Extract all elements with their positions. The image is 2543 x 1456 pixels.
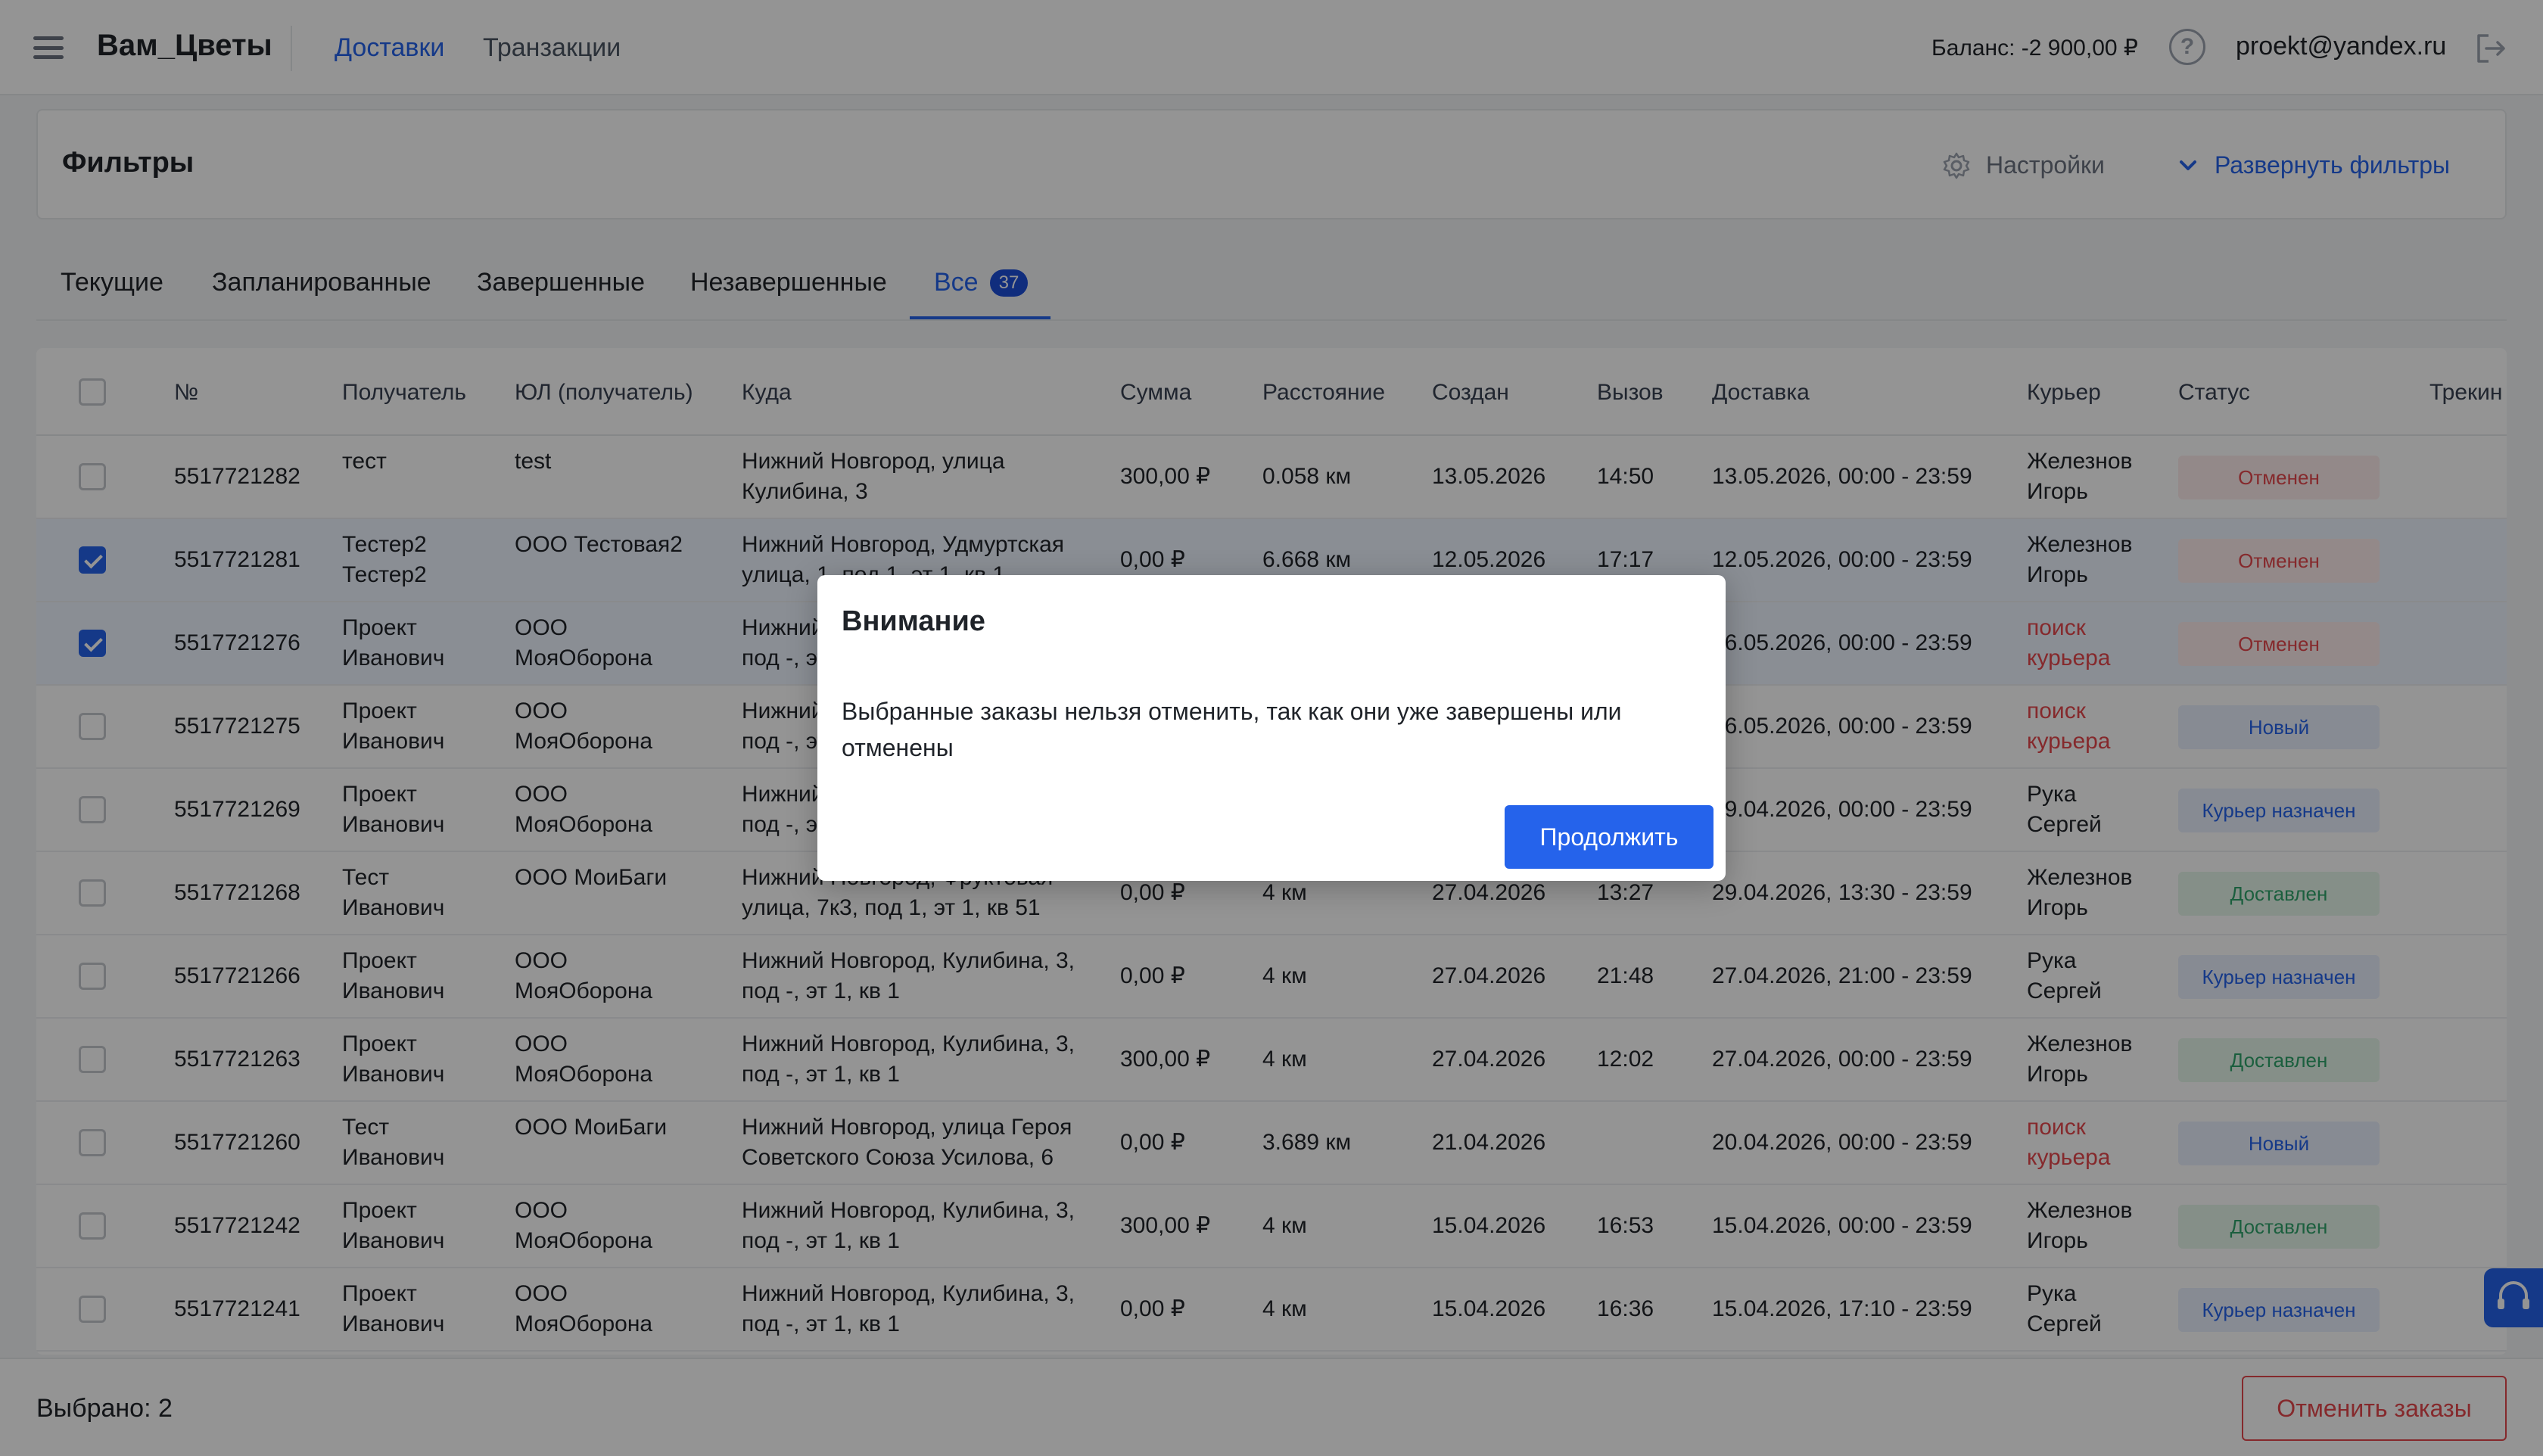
attention-dialog: Внимание Выбранные заказы нельзя отменит… [817, 575, 1726, 881]
dialog-message: Выбранные заказы нельзя отменить, так ка… [842, 698, 1622, 761]
continue-button[interactable]: Продолжить [1505, 805, 1713, 869]
app: Вам_Цветы Доставки Транзакции Баланс: -2… [0, 0, 2543, 1456]
dialog-title: Внимание [842, 605, 985, 637]
